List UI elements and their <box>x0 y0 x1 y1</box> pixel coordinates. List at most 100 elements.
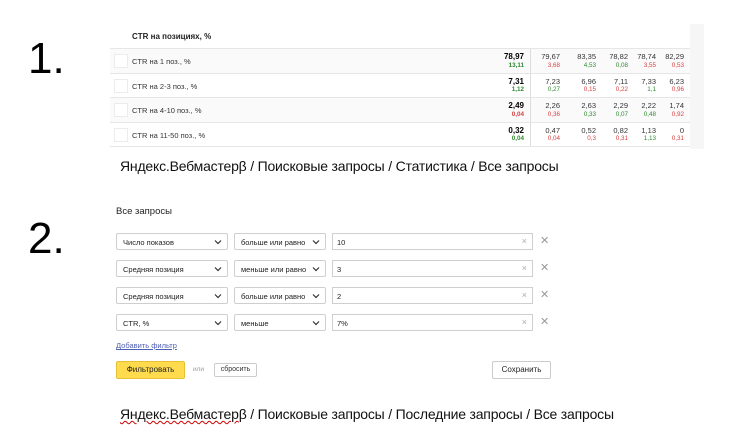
clear-input-icon[interactable]: × <box>522 263 527 273</box>
add-filter-link[interactable]: Добавить фильтр <box>116 341 177 350</box>
history-value-cell: 6,23 0,96 <box>644 77 684 95</box>
filter-field-value: CTR, % <box>123 319 150 328</box>
history-delta: 0,31 <box>671 135 684 142</box>
filter-operator-select[interactable]: больше или равно <box>234 287 326 304</box>
filter-operator-value: больше или равно <box>241 292 306 301</box>
or-label: или <box>193 366 205 373</box>
filter-value-text: 10 <box>337 238 346 247</box>
caption-statistics-path: Яндекс.Вебмастерβ / Поисковые запросы / … <box>120 158 559 174</box>
row-label: CTR на 1 поз., % <box>132 57 191 66</box>
filter-operator-select[interactable]: больше или равно <box>234 233 326 250</box>
ctr-table-body: CTR на 1 поз., % 78,97 13,11 79,67 3,68 83,35… <box>110 49 704 147</box>
clear-input-icon[interactable]: × <box>522 236 527 246</box>
remove-filter-icon[interactable]: ✕ <box>540 234 549 247</box>
history-value: 82,29 <box>665 52 684 61</box>
history-value: 0,47 <box>545 125 560 135</box>
history-value: 1,74 <box>669 101 684 110</box>
step-number-2: 2. <box>28 214 65 263</box>
history-delta: 0,04 <box>547 135 560 142</box>
history-value-cell: 0,47 0,04 <box>520 125 560 144</box>
filter-row: Число показов больше или равно 10 × ✕ <box>116 233 556 250</box>
filter-field-value: Средняя позиция <box>123 292 184 301</box>
caption-product-name: Яндекс.Вебмастер <box>120 406 239 422</box>
filter-row: CTR, % меньше 7% × ✕ <box>116 314 556 331</box>
remove-filter-icon[interactable]: ✕ <box>540 288 549 301</box>
current-delta: 1,12 <box>511 86 524 93</box>
current-value-cell: 0,32 0,04 <box>484 125 524 144</box>
row-label: CTR на 4-10 поз., % <box>132 106 202 115</box>
current-value-cell: 7,31 1,12 <box>484 76 524 95</box>
ctr-table-row: CTR на 1 поз., % 78,97 13,11 79,67 3,68 83,35… <box>110 49 704 74</box>
current-delta: 0,04 <box>511 135 524 142</box>
current-delta: 13,11 <box>508 61 524 69</box>
filter-value-text: 3 <box>337 265 342 274</box>
filter-row: Средняя позиция меньше или равно 3 × ✕ <box>116 260 556 277</box>
filter-value-input[interactable]: 2 × <box>332 287 533 304</box>
history-value: 7,23 <box>545 76 560 86</box>
history-delta: 0,92 <box>671 110 684 118</box>
filter-operator-value: меньше или равно <box>241 265 307 274</box>
chevron-down-icon <box>311 237 321 247</box>
history-value-cell: 82,29 0,53 <box>644 52 684 70</box>
filter-value-input[interactable]: 3 × <box>332 260 533 277</box>
filter-field-value: Средняя позиция <box>123 265 184 274</box>
row-checkbox[interactable] <box>114 103 128 117</box>
filter-field-value: Число показов <box>123 238 174 247</box>
filter-operator-value: больше или равно <box>241 238 306 247</box>
filter-field-select[interactable]: Число показов <box>116 233 228 250</box>
save-button[interactable]: Сохранить <box>492 361 551 379</box>
chevron-down-icon <box>213 318 223 328</box>
history-value-cell: 1,74 0,92 <box>644 101 684 119</box>
chevron-down-icon <box>213 264 223 274</box>
filter-row: Средняя позиция больше или равно 2 × ✕ <box>116 287 556 304</box>
history-value: 79,67 <box>541 52 560 61</box>
filter-operator-select[interactable]: меньше или равно <box>234 260 326 277</box>
ctr-table-row: CTR на 4-10 поз., % 2,49 0,04 2,26 0,36 2,63 0… <box>110 98 704 123</box>
current-value: 78,97 <box>503 52 524 61</box>
ctr-table-row: CTR на 2-3 поз., % 7,31 1,12 7,23 0,27 6,96 0,… <box>110 73 704 98</box>
filter-value-input[interactable]: 7% × <box>332 314 533 331</box>
history-value: 0 <box>679 125 684 135</box>
history-value-cell: 7,23 0,27 <box>520 76 560 95</box>
table-scroll-edge <box>690 24 704 149</box>
filter-value-input[interactable]: 10 × <box>332 233 533 250</box>
chevron-down-icon <box>311 318 321 328</box>
chevron-down-icon <box>311 291 321 301</box>
caption-path: β / Поисковые запросы / Последние запрос… <box>238 406 614 422</box>
filter-value-text: 7% <box>337 319 348 328</box>
row-checkbox[interactable] <box>114 54 128 68</box>
filters-title: Все запросы <box>116 206 172 217</box>
row-checkbox[interactable] <box>114 78 128 93</box>
row-label: CTR на 2-3 поз., % <box>132 81 198 91</box>
current-value: 2,49 <box>508 101 524 110</box>
ctr-table-header: CTR на позициях, % <box>110 24 704 49</box>
history-value: 2,26 <box>545 101 560 110</box>
row-checkbox[interactable] <box>114 127 128 142</box>
clear-input-icon[interactable]: × <box>522 290 527 300</box>
filter-operator-value: меньше <box>241 319 269 328</box>
history-value-cell: 0 0,31 <box>644 125 684 144</box>
filter-field-select[interactable]: CTR, % <box>116 314 228 331</box>
clear-input-icon[interactable]: × <box>522 317 527 327</box>
ctr-table-row: CTR на 11-50 поз., % 0,32 0,04 0,47 0,04 0,52… <box>110 122 704 147</box>
ctr-table: CTR на позициях, % CTR на 1 поз., % 78,97… <box>110 24 704 147</box>
reset-button[interactable]: сбросить <box>214 363 257 377</box>
chevron-down-icon <box>213 291 223 301</box>
chevron-down-icon <box>311 264 321 274</box>
history-value-cell: 2,26 0,36 <box>520 101 560 119</box>
current-value: 0,32 <box>508 125 524 135</box>
filter-field-select[interactable]: Средняя позиция <box>116 287 228 304</box>
history-delta: 0,27 <box>547 86 560 93</box>
filter-field-select[interactable]: Средняя позиция <box>116 260 228 277</box>
current-delta: 0,04 <box>511 110 524 118</box>
filter-value-text: 2 <box>337 292 342 301</box>
remove-filter-icon[interactable]: ✕ <box>540 261 549 274</box>
current-value: 7,31 <box>508 76 524 86</box>
history-delta: 0,53 <box>671 61 684 69</box>
filter-button[interactable]: Фильтровать <box>116 361 185 379</box>
filter-operator-select[interactable]: меньше <box>234 314 326 331</box>
current-value-cell: 2,49 0,04 <box>484 101 524 119</box>
history-delta: 0,96 <box>671 86 684 93</box>
row-label: CTR на 11-50 поз., % <box>132 130 206 140</box>
remove-filter-icon[interactable]: ✕ <box>540 315 549 328</box>
